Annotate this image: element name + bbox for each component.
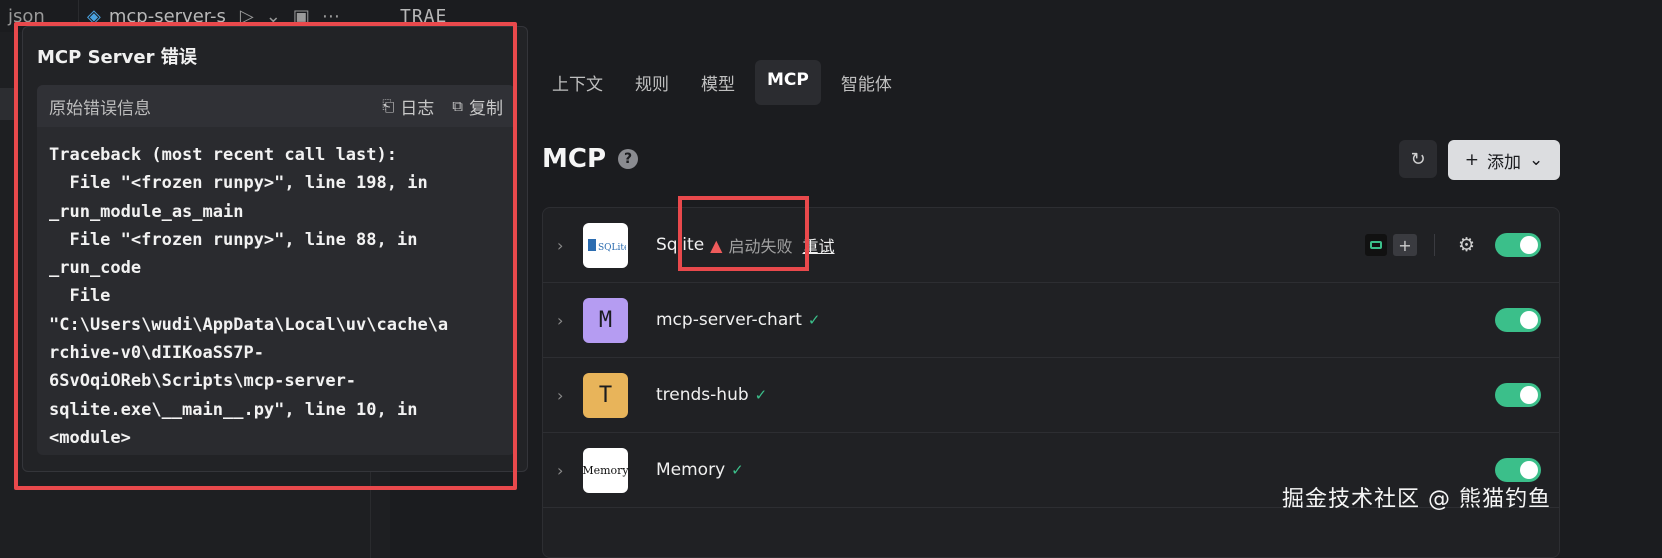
server-name-text: trends-hub (656, 385, 749, 405)
gear-icon[interactable]: ⚙ (1458, 234, 1475, 256)
error-details-panel: 原始错误信息 ⎗ 日志 ⧉ 复制 Traceback (most recent … (37, 85, 515, 455)
plus-icon: + (1464, 150, 1479, 170)
help-icon[interactable]: ? (618, 149, 639, 169)
sqlite-logo-graphic: SQLite (587, 239, 626, 253)
popover-title: MCP Server 错误 (37, 47, 197, 68)
add-button-label: 添加 (1487, 152, 1521, 173)
copy-icon: ⧉ (452, 97, 463, 115)
row-divider (1434, 234, 1435, 256)
server-row-mcp-server-chart[interactable]: › M mcp-server-chart ✓ (543, 283, 1559, 358)
more-icon[interactable]: ⋯ (322, 6, 340, 27)
enable-toggle[interactable] (1495, 458, 1541, 482)
python-file-icon: ◈ (87, 5, 101, 27)
mcp-error-popover: MCP Server 错误 原始错误信息 ⎗ 日志 ⧉ 复制 Traceback… (22, 26, 528, 472)
memory-logo: Memory (582, 447, 629, 493)
terminal-icon[interactable] (1365, 234, 1387, 256)
refresh-icon: ↻ (1410, 148, 1426, 170)
warning-icon: ▲ (710, 235, 723, 255)
chevron-right-icon[interactable]: › (557, 461, 563, 480)
sqlite-logo-text: SQLite (598, 243, 626, 253)
log-button-label: 日志 (400, 98, 435, 119)
refresh-button[interactable]: ↻ (1399, 140, 1437, 178)
status-failed-text: 启动失败 (728, 237, 793, 256)
page-title: MCP ? (542, 144, 639, 174)
log-icon: ⎗ (382, 97, 395, 115)
chevron-down-icon: ⌄ (1529, 150, 1544, 170)
chevron-right-icon[interactable]: › (557, 386, 563, 405)
server-name-mcp-server-chart: mcp-server-chart ✓ (656, 310, 820, 330)
server-name-memory: Memory ✓ (656, 460, 744, 480)
check-icon: ✓ (807, 311, 821, 329)
check-icon: ✓ (731, 461, 744, 479)
error-panel-title: 原始错误信息 (49, 98, 151, 119)
chevron-right-icon[interactable]: › (557, 311, 563, 330)
tab-agents[interactable]: 智能体 (829, 60, 904, 105)
enable-toggle[interactable] (1495, 383, 1541, 407)
traceback-text: Traceback (most recent call last): File … (49, 145, 449, 448)
check-icon: ✓ (754, 386, 768, 404)
server-name-text: Sqlite (656, 235, 705, 255)
add-button[interactable]: + 添加 ⌄ (1448, 140, 1560, 180)
enable-toggle[interactable] (1495, 308, 1541, 332)
run-icon[interactable]: ▷ (240, 6, 254, 27)
chevron-right-icon[interactable]: › (557, 236, 563, 255)
add-tool-icon[interactable]: + (1393, 234, 1417, 256)
settings-tabs: 上下文 规则 模型 MCP 智能体 (540, 60, 904, 105)
editor-tab-active-label: mcp-server-s (108, 5, 226, 27)
tab-models[interactable]: 模型 (689, 60, 747, 105)
retry-link[interactable]: 重试 (802, 233, 834, 257)
watermark: 掘金技术社区 @ 熊猫钓鱼 (1282, 487, 1551, 512)
copy-button[interactable]: ⧉ 复制 (452, 94, 503, 119)
trae-label: TRAE (400, 6, 448, 27)
sqlite-logo: SQLite (583, 222, 628, 268)
copy-button-label: 复制 (469, 98, 503, 119)
server-avatar: T (583, 372, 628, 418)
enable-toggle[interactable] (1495, 233, 1541, 257)
server-row-trends-hub[interactable]: › T trends-hub ✓ (543, 358, 1559, 433)
chevron-down-icon[interactable]: ⌄ (266, 6, 281, 27)
editor-line-highlight (0, 88, 14, 120)
server-avatar: M (583, 297, 628, 343)
split-editor-icon[interactable]: ▣ (293, 6, 310, 27)
page-title-text: MCP (542, 144, 607, 174)
server-row-sqlite[interactable]: › SQLite Sqlite ▲ 启动失败 重试 + ⚙ (543, 208, 1559, 283)
tab-rules[interactable]: 规则 (623, 60, 681, 105)
server-name-sqlite: Sqlite ▲ 启动失败 重试 (656, 233, 835, 257)
server-name-text: Memory (656, 460, 726, 480)
popover-caret (527, 237, 537, 251)
server-name-trends-hub: trends-hub ✓ (656, 385, 767, 405)
server-name-text: mcp-server-chart (656, 310, 802, 330)
editor-tab-json-label: json (8, 5, 45, 27)
tab-mcp[interactable]: MCP (755, 60, 821, 105)
error-panel-header: 原始错误信息 ⎗ 日志 ⧉ 复制 (37, 85, 515, 127)
log-button[interactable]: ⎗ 日志 (382, 94, 434, 119)
error-panel-actions: ⎗ 日志 ⧉ 复制 (382, 94, 503, 119)
tab-context[interactable]: 上下文 (540, 60, 615, 105)
